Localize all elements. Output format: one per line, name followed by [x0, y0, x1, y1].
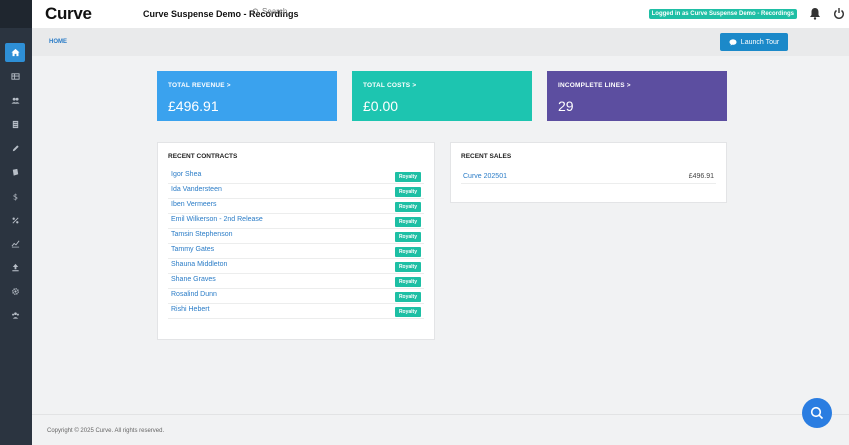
sidebar-header — [0, 0, 32, 28]
breadcrumb-home[interactable]: HOME — [49, 39, 67, 45]
incomplete-lines-value: 29 — [558, 98, 574, 114]
help-search-icon — [810, 406, 824, 420]
users-icon — [10, 97, 20, 104]
contract-link[interactable]: Rosalind Dunn — [171, 291, 217, 298]
royalty-badge: Royalty — [394, 202, 421, 212]
sidebar-item-users[interactable] — [5, 91, 25, 110]
sidebar-item-team[interactable] — [5, 306, 25, 325]
chat-bubble-icon — [729, 38, 737, 46]
total-costs-label: TOTAL COSTS > — [363, 82, 417, 89]
home-icon — [10, 48, 20, 57]
bell-icon[interactable] — [809, 7, 821, 20]
search-icon — [252, 8, 260, 15]
footer-copyright: Copyright © 2025 Curve. All rights reser… — [47, 428, 165, 434]
incomplete-lines-tile[interactable]: INCOMPLETE LINES > 29 — [547, 71, 727, 121]
total-costs-value: £0.00 — [363, 98, 399, 114]
recent-sales-card: RECENT SALES Curve 202501 £496.91 — [450, 142, 727, 203]
contract-row: Shane Graves Royalty — [168, 274, 424, 289]
chart-icon — [11, 240, 19, 248]
total-costs-tile[interactable]: TOTAL COSTS > £0.00 — [352, 71, 532, 121]
launch-tour-button[interactable]: Launch Tour — [720, 33, 788, 51]
svg-text:$: $ — [12, 192, 17, 201]
contract-link[interactable]: Shauna Middleton — [171, 261, 227, 268]
upload-icon — [11, 263, 19, 272]
sidebar-item-home[interactable] — [5, 43, 25, 62]
sidebar-item-table[interactable] — [5, 67, 25, 86]
contract-row: Rosalind Dunn Royalty — [168, 289, 424, 304]
footer-divider — [32, 414, 849, 415]
contract-row: Tamsin Stephenson Royalty — [168, 229, 424, 244]
document-icon — [12, 120, 18, 129]
sidebar-item-documents[interactable] — [5, 115, 25, 134]
search-placeholder: Search — [262, 7, 288, 16]
royalty-badge: Royalty — [394, 172, 421, 182]
sidebar-item-finance[interactable]: $ — [5, 187, 25, 206]
dollar-icon: $ — [12, 192, 17, 201]
app-logo[interactable]: Curve — [45, 4, 92, 24]
royalty-badge: Royalty — [394, 277, 421, 287]
contract-row: Igor Shea Royalty — [168, 169, 424, 184]
contract-link[interactable]: Tamsin Stephenson — [171, 231, 232, 238]
table-icon — [10, 73, 20, 80]
royalty-badge: Royalty — [394, 247, 421, 257]
contract-link[interactable]: Shane Graves — [171, 276, 216, 283]
gear-icon — [11, 288, 19, 295]
book-icon — [12, 168, 18, 176]
sidebar-item-edit[interactable] — [5, 139, 25, 158]
contract-link[interactable]: Ida Vandersteen — [171, 186, 222, 193]
contract-link[interactable]: Igor Shea — [171, 171, 201, 178]
total-revenue-tile[interactable]: TOTAL REVENUE > £496.91 — [157, 71, 337, 121]
sidebar-item-books[interactable] — [5, 163, 25, 182]
sidebar-item-settings[interactable] — [5, 282, 25, 301]
contract-row: Emil Wilkerson - 2nd Release Royalty — [168, 214, 424, 229]
recent-contracts-title: RECENT CONTRACTS — [168, 153, 238, 160]
sidebar: $ — [0, 0, 32, 445]
launch-tour-label: Launch Tour — [740, 38, 780, 46]
contract-link[interactable]: Rishi Hebert — [171, 306, 210, 313]
recent-contracts-card: RECENT CONTRACTS Igor Shea Royalty Ida V… — [157, 142, 435, 340]
total-revenue-label: TOTAL REVENUE > — [168, 82, 231, 89]
search-box[interactable]: Search — [252, 7, 287, 16]
login-status-badge: Logged in as Curve Suspense Demo - Recor… — [648, 9, 797, 19]
recent-sales-title: RECENT SALES — [461, 153, 512, 160]
incomplete-lines-label: INCOMPLETE LINES > — [558, 82, 631, 89]
total-revenue-value: £496.91 — [168, 98, 219, 114]
contract-row: Shauna Middleton Royalty — [168, 259, 424, 274]
power-icon[interactable] — [833, 7, 845, 20]
group-icon — [11, 312, 19, 319]
royalty-badge: Royalty — [394, 292, 421, 302]
pencil-icon — [12, 145, 19, 152]
royalty-badge: Royalty — [394, 262, 421, 272]
royalty-badge: Royalty — [394, 217, 421, 227]
sale-link[interactable]: Curve 202501 — [463, 173, 507, 180]
royalty-badge: Royalty — [394, 307, 421, 317]
contract-row: Iben Vermeers Royalty — [168, 199, 424, 214]
contract-row: Ida Vandersteen Royalty — [168, 184, 424, 199]
contract-link[interactable]: Emil Wilkerson - 2nd Release — [171, 216, 263, 223]
help-chat-button[interactable] — [802, 398, 832, 428]
royalty-badge: Royalty — [394, 232, 421, 242]
breadcrumb-bar: HOME Launch Tour — [32, 28, 849, 56]
sale-row: Curve 202501 £496.91 — [461, 170, 716, 184]
sale-amount: £496.91 — [688, 173, 714, 180]
percent-icon — [11, 217, 19, 224]
contract-row: Tammy Gates Royalty — [168, 244, 424, 259]
contract-link[interactable]: Iben Vermeers — [171, 201, 217, 208]
royalty-badge: Royalty — [394, 187, 421, 197]
contract-link[interactable]: Tammy Gates — [171, 246, 214, 253]
sidebar-item-rates[interactable] — [5, 211, 25, 230]
contract-row: Rishi Hebert Royalty — [168, 304, 424, 319]
sidebar-item-reports[interactable] — [5, 234, 25, 253]
top-bar: Curve Curve Suspense Demo - Recordings S… — [32, 0, 849, 28]
sidebar-item-import[interactable] — [5, 258, 25, 277]
